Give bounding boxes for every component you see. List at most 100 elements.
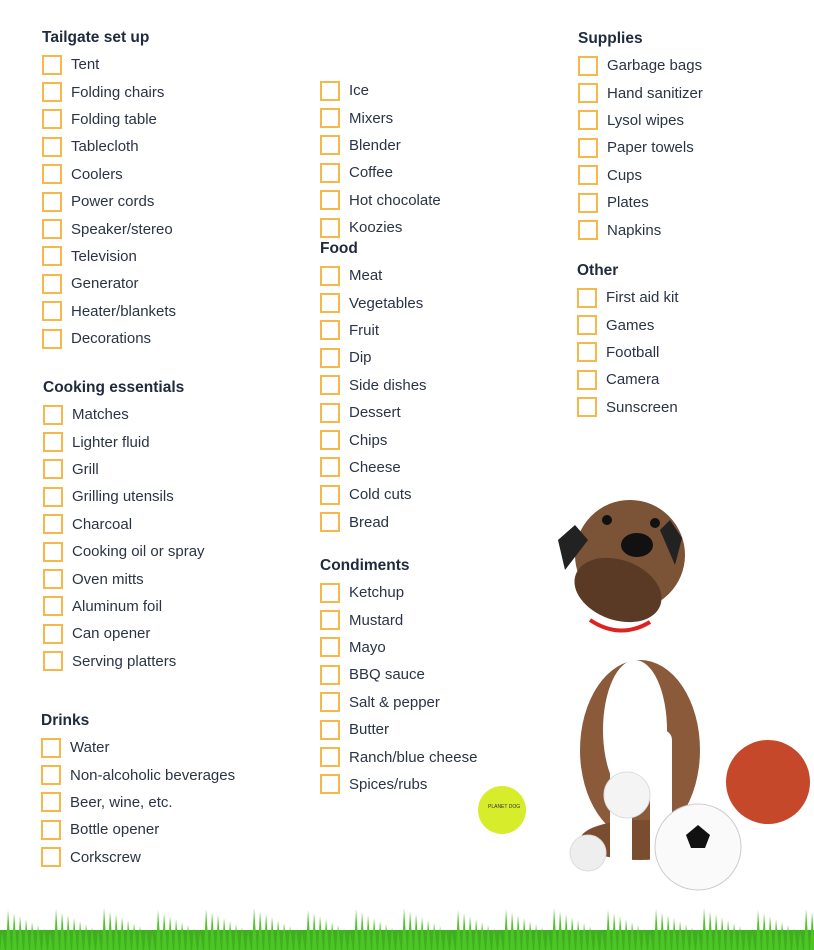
checkbox[interactable] <box>320 692 340 713</box>
checkbox[interactable] <box>320 747 340 768</box>
checkbox[interactable] <box>320 217 340 238</box>
checklist-item[interactable]: Chips <box>320 426 427 453</box>
checklist-item[interactable]: Grilling utensils <box>43 483 205 510</box>
checklist-item[interactable]: Non-alcoholic beverages <box>41 761 235 788</box>
checklist-item[interactable]: Paper towels <box>578 134 703 161</box>
checklist-item[interactable]: Fruit <box>320 317 427 344</box>
checklist-item[interactable]: BBQ sauce <box>320 661 477 688</box>
checkbox[interactable] <box>320 402 340 423</box>
checkbox[interactable] <box>577 342 597 363</box>
checkbox[interactable] <box>43 623 63 644</box>
checklist-item[interactable]: Ketchup <box>320 579 477 606</box>
checkbox[interactable] <box>43 541 63 562</box>
checkbox[interactable] <box>43 569 63 590</box>
checkbox[interactable] <box>320 108 340 129</box>
checkbox[interactable] <box>577 315 597 336</box>
checklist-item[interactable]: Serving platters <box>43 648 205 675</box>
checkbox[interactable] <box>320 457 340 478</box>
checkbox[interactable] <box>578 220 598 241</box>
checkbox[interactable] <box>320 637 340 658</box>
checkbox[interactable] <box>578 83 598 104</box>
checklist-item[interactable]: Oven mitts <box>43 565 205 592</box>
checkbox[interactable] <box>320 80 340 101</box>
checkbox[interactable] <box>320 375 340 396</box>
checkbox[interactable] <box>42 246 62 267</box>
checklist-item[interactable]: Side dishes <box>320 372 427 399</box>
checkbox[interactable] <box>42 109 62 130</box>
checklist-item[interactable]: Meat <box>320 262 427 289</box>
checklist-item[interactable]: Garbage bags <box>578 52 703 79</box>
checkbox[interactable] <box>578 55 598 76</box>
checkbox[interactable] <box>320 719 340 740</box>
checkbox[interactable] <box>320 430 340 451</box>
checklist-item[interactable]: Cheese <box>320 454 427 481</box>
checklist-item[interactable]: Corkscrew <box>41 844 235 871</box>
checkbox[interactable] <box>42 82 62 103</box>
checkbox[interactable] <box>320 135 340 156</box>
checkbox[interactable] <box>320 610 340 631</box>
checkbox[interactable] <box>578 165 598 186</box>
checklist-item[interactable]: Football <box>577 339 679 366</box>
checkbox[interactable] <box>43 596 63 617</box>
checklist-item[interactable]: Lighter fluid <box>43 428 205 455</box>
checklist-item[interactable]: Tablecloth <box>42 133 176 160</box>
checklist-item[interactable]: Folding table <box>42 106 176 133</box>
checklist-item[interactable]: Power cords <box>42 188 176 215</box>
checkbox[interactable] <box>320 484 340 505</box>
checklist-item[interactable]: Generator <box>42 270 176 297</box>
checkbox[interactable] <box>42 164 62 185</box>
checklist-item[interactable]: Heater/blankets <box>42 298 176 325</box>
checkbox[interactable] <box>578 110 598 131</box>
checklist-item[interactable]: Tent <box>42 51 176 78</box>
checkbox[interactable] <box>42 273 62 294</box>
checkbox[interactable] <box>42 191 62 212</box>
checklist-item[interactable]: Coffee <box>320 159 441 186</box>
checklist-item[interactable]: Television <box>42 243 176 270</box>
checklist-item[interactable]: Bottle opener <box>41 816 235 843</box>
checklist-item[interactable]: Water <box>41 734 235 761</box>
checklist-item[interactable]: Decorations <box>42 325 176 352</box>
checkbox[interactable] <box>578 137 598 158</box>
checkbox[interactable] <box>42 136 62 157</box>
checklist-item[interactable]: Dip <box>320 344 427 371</box>
checkbox[interactable] <box>577 287 597 308</box>
checkbox[interactable] <box>320 774 340 795</box>
checklist-item[interactable]: Sunscreen <box>577 394 679 421</box>
checklist-item[interactable]: Cold cuts <box>320 481 427 508</box>
checklist-item[interactable]: Folding chairs <box>42 78 176 105</box>
checkbox[interactable] <box>320 582 340 603</box>
checklist-item[interactable]: Plates <box>578 189 703 216</box>
checklist-item[interactable]: Butter <box>320 716 477 743</box>
checkbox[interactable] <box>577 397 597 418</box>
checklist-item[interactable]: Blender <box>320 132 441 159</box>
checklist-item[interactable]: Coolers <box>42 161 176 188</box>
checklist-item[interactable]: Bread <box>320 509 427 536</box>
checkbox[interactable] <box>41 737 61 758</box>
checklist-item[interactable]: First aid kit <box>577 284 679 311</box>
checkbox[interactable] <box>320 347 340 368</box>
checklist-item[interactable]: Mustard <box>320 606 477 633</box>
checkbox[interactable] <box>43 459 63 480</box>
checkbox[interactable] <box>320 190 340 211</box>
checklist-item[interactable]: Aluminum foil <box>43 593 205 620</box>
checkbox[interactable] <box>320 293 340 314</box>
checkbox[interactable] <box>43 486 63 507</box>
checkbox[interactable] <box>42 328 62 349</box>
checkbox[interactable] <box>320 162 340 183</box>
checkbox[interactable] <box>320 512 340 533</box>
checklist-item[interactable]: Hot chocolate <box>320 187 441 214</box>
checklist-item[interactable]: Ice <box>320 77 441 104</box>
checklist-item[interactable]: Napkins <box>578 216 703 243</box>
checklist-item[interactable]: Games <box>577 311 679 338</box>
checklist-item[interactable]: Lysol wipes <box>578 107 703 134</box>
checkbox[interactable] <box>42 54 62 75</box>
checkbox[interactable] <box>42 301 62 322</box>
checklist-item[interactable]: Cooking oil or spray <box>43 538 205 565</box>
checkbox[interactable] <box>320 320 340 341</box>
checklist-item[interactable]: Speaker/stereo <box>42 215 176 242</box>
checkbox[interactable] <box>41 765 61 786</box>
checklist-item[interactable]: Mayo <box>320 634 477 661</box>
checklist-item[interactable]: Dessert <box>320 399 427 426</box>
checkbox[interactable] <box>41 819 61 840</box>
checklist-item[interactable]: Grill <box>43 456 205 483</box>
